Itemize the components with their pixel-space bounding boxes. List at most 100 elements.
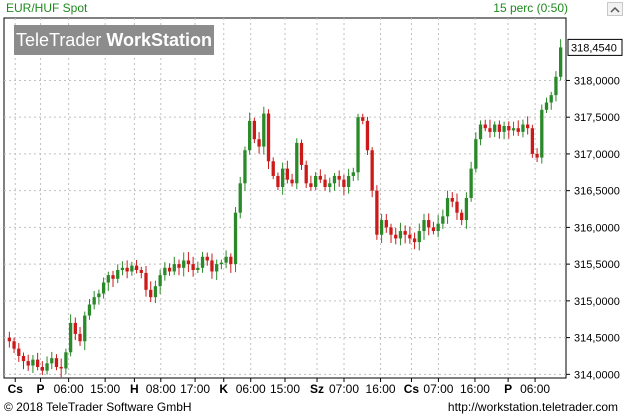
candle-body bbox=[290, 179, 294, 184]
candle-body bbox=[87, 304, 92, 316]
candle-body bbox=[262, 113, 266, 147]
candle-body bbox=[398, 231, 403, 239]
x-tick-label: K bbox=[219, 382, 228, 396]
x-tick-label: Cs bbox=[8, 382, 24, 396]
candle-body bbox=[394, 234, 398, 239]
candle-body bbox=[92, 297, 96, 305]
chart-title-bar: EUR/HUF Spot 15 perc (0:50) bbox=[0, 0, 624, 16]
candle-body bbox=[200, 256, 205, 268]
candle-body bbox=[408, 234, 412, 239]
candle-body bbox=[285, 168, 290, 180]
candle-body bbox=[422, 220, 426, 232]
candle-body bbox=[370, 150, 374, 191]
interval-label[interactable]: 15 perc (0:50) bbox=[493, 0, 568, 16]
candle-body bbox=[441, 216, 445, 224]
candle-body bbox=[191, 264, 195, 270]
candle-body bbox=[530, 128, 535, 154]
candle-body bbox=[299, 142, 304, 165]
candle-body bbox=[488, 128, 492, 132]
x-tick-label: Cs bbox=[404, 382, 420, 396]
candle-body bbox=[417, 231, 421, 243]
chart-window: 314,0000 314,5000 315,0000 315,5000 316,0000… bbox=[0, 0, 624, 398]
candle-body bbox=[139, 270, 143, 273]
symbol-label: EUR/HUF Spot bbox=[6, 1, 88, 15]
y-tick-label: 314,0000 bbox=[574, 369, 620, 381]
scroll-up-button[interactable] bbox=[607, 2, 623, 16]
candle-body bbox=[460, 212, 464, 221]
y-tick-label: 316,5000 bbox=[574, 186, 620, 198]
x-tick-label: P bbox=[37, 382, 45, 396]
candle-body bbox=[502, 126, 506, 132]
candle-body bbox=[149, 289, 153, 298]
y-tick-label: 318,0000 bbox=[574, 75, 620, 87]
watermark-regular: TeleTrader bbox=[15, 30, 107, 50]
candle-body bbox=[389, 227, 393, 235]
candle-body bbox=[516, 128, 520, 132]
candle-body bbox=[318, 175, 322, 180]
candle-body bbox=[248, 120, 252, 151]
candle-body bbox=[464, 198, 469, 221]
x-tick-label: 08:00 bbox=[146, 382, 176, 396]
candle-body bbox=[493, 124, 497, 132]
candle-body bbox=[271, 161, 275, 176]
candle-body bbox=[229, 256, 233, 265]
candle-body bbox=[125, 267, 129, 272]
candle-body bbox=[163, 267, 167, 276]
candle-body bbox=[304, 164, 308, 184]
candle-body bbox=[17, 348, 21, 356]
candle-body bbox=[450, 198, 454, 202]
candle-body bbox=[365, 120, 370, 151]
x-tick-label: 16:00 bbox=[366, 382, 396, 396]
site-link[interactable]: http://workstation.teletrader.com bbox=[448, 398, 618, 416]
candle-body bbox=[361, 117, 365, 121]
candle-body bbox=[134, 265, 139, 270]
copyright-text: © 2018 TeleTrader Software GmbH bbox=[4, 400, 192, 414]
candle-body bbox=[478, 124, 483, 140]
x-tick-label: 06:00 bbox=[54, 382, 84, 396]
last-price-label: 318,4540 bbox=[571, 42, 617, 54]
candle-body bbox=[342, 179, 346, 187]
candle-body bbox=[295, 142, 299, 184]
candle-body bbox=[332, 175, 337, 184]
candle-body bbox=[469, 168, 473, 198]
candle-body bbox=[276, 175, 280, 187]
candle-body bbox=[554, 76, 558, 96]
x-tick-label: 15:00 bbox=[270, 382, 300, 396]
candle-body bbox=[540, 109, 544, 158]
candle-body bbox=[412, 238, 417, 243]
candle-body bbox=[12, 341, 16, 349]
candle-body bbox=[59, 366, 63, 369]
footer-bar: © 2018 TeleTrader Software GmbH http://w… bbox=[0, 398, 624, 416]
candle-body bbox=[21, 355, 26, 362]
candle-body bbox=[130, 265, 134, 272]
watermark-bold: WorkStation bbox=[106, 30, 213, 50]
candle-body bbox=[323, 179, 327, 187]
candle-body bbox=[558, 47, 563, 77]
candle-body bbox=[266, 113, 271, 162]
candle-body bbox=[328, 183, 332, 187]
candle-body bbox=[431, 227, 436, 232]
candle-body bbox=[205, 256, 209, 261]
candle-body bbox=[210, 260, 214, 272]
candle-body bbox=[167, 267, 172, 272]
candle-body bbox=[403, 231, 407, 235]
candle-body bbox=[35, 359, 40, 367]
candle-body bbox=[427, 220, 431, 228]
candle-body bbox=[196, 267, 200, 270]
teletrader-watermark: TeleTrader WorkStation bbox=[14, 25, 214, 55]
candle-body bbox=[182, 260, 186, 268]
candle-body bbox=[507, 126, 511, 131]
candle-body bbox=[337, 175, 341, 180]
candle-body bbox=[215, 264, 219, 272]
y-tick-label: 316,0000 bbox=[574, 222, 620, 234]
candle-body bbox=[356, 117, 360, 173]
candle-body bbox=[549, 95, 553, 103]
y-tick-label: 317,5000 bbox=[574, 112, 620, 124]
candle-body bbox=[483, 124, 487, 129]
x-tick-label: 07:00 bbox=[329, 382, 359, 396]
candle-body bbox=[177, 264, 181, 268]
candle-body bbox=[526, 124, 530, 129]
candle-body bbox=[101, 282, 106, 294]
y-tick-label: 315,5000 bbox=[574, 259, 620, 271]
y-tick-label: 314,5000 bbox=[574, 333, 620, 345]
